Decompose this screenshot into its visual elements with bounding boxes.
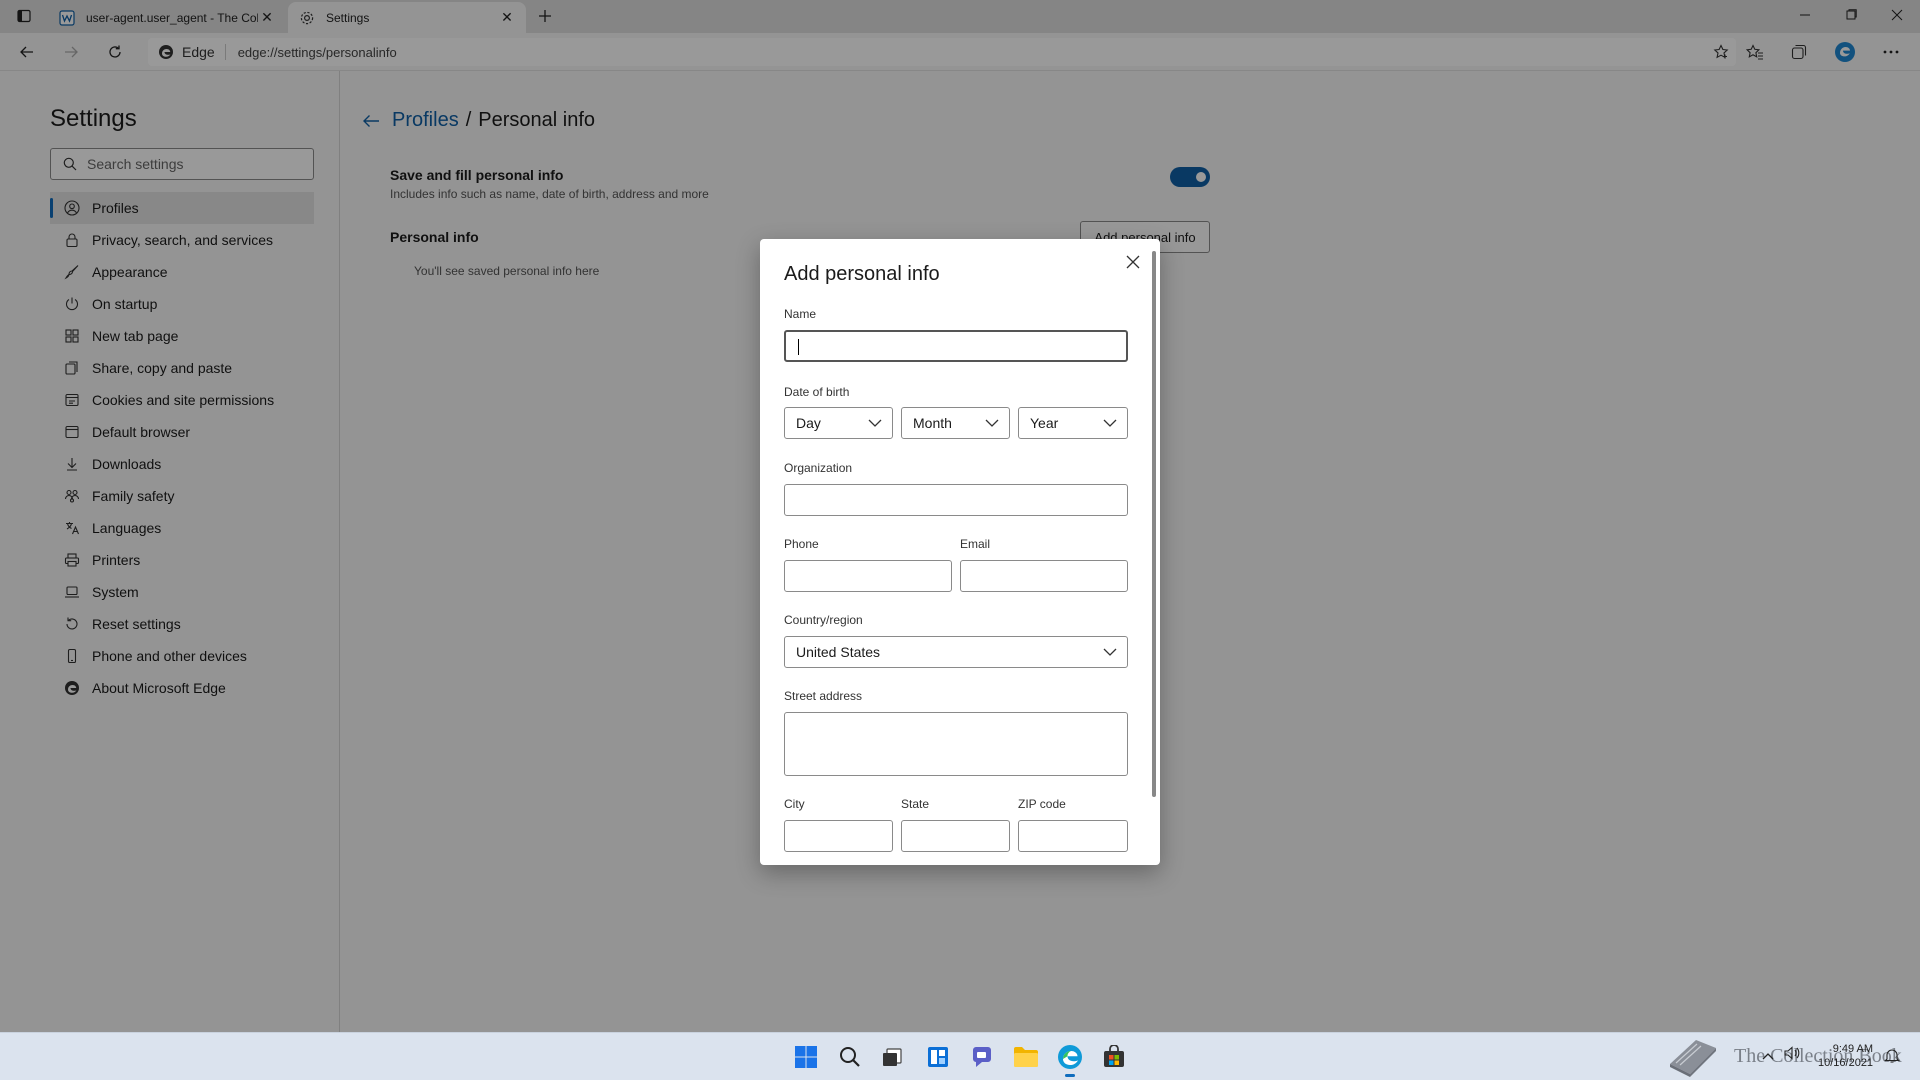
chevron-down-icon [985, 419, 999, 427]
phone-label: Phone [784, 537, 819, 551]
date-of-birth-label: Date of birth [784, 385, 850, 399]
city-label: City [784, 797, 805, 811]
chevron-up-icon[interactable] [1762, 1047, 1774, 1063]
notification-icon[interactable] [1884, 1048, 1900, 1067]
taskbar-clock[interactable]: 9:49 AM 10/16/2021 [1818, 1042, 1873, 1070]
dialog-title: Add personal info [784, 263, 940, 285]
widgets-icon[interactable] [922, 1041, 954, 1073]
zip-code-label: ZIP code [1018, 797, 1066, 811]
edge-taskbar-icon[interactable] [1054, 1041, 1086, 1077]
task-view-icon[interactable] [876, 1041, 908, 1073]
close-icon[interactable] [1118, 247, 1148, 277]
speaker-icon[interactable] [1784, 1046, 1800, 1063]
chat-icon[interactable] [966, 1041, 998, 1073]
add-personal-info-dialog: Add personal info Name Date of birth Day… [760, 239, 1160, 865]
organization-input[interactable] [784, 484, 1128, 516]
search-icon[interactable] [834, 1041, 866, 1073]
store-icon[interactable] [1098, 1041, 1130, 1073]
country-region-select[interactable]: United States [784, 636, 1128, 668]
book-icon [1670, 1040, 1716, 1077]
clock-date: 10/16/2021 [1818, 1057, 1874, 1069]
name-input[interactable] [784, 330, 1128, 362]
taskbar [0, 1032, 1920, 1080]
state-input[interactable] [901, 820, 1010, 852]
dialog-scrollbar[interactable] [1152, 251, 1156, 797]
chevron-down-icon [868, 419, 882, 427]
year-select[interactable]: Year [1018, 407, 1128, 439]
start-windows-icon[interactable] [790, 1041, 822, 1073]
file-explorer-icon[interactable] [1010, 1041, 1042, 1073]
chevron-down-icon [1103, 419, 1117, 427]
text-caret [798, 339, 799, 355]
email-label: Email [960, 537, 991, 551]
organization-label: Organization [784, 461, 853, 475]
street-address-input[interactable] [784, 712, 1128, 776]
zip-code-input[interactable] [1018, 820, 1128, 852]
state-label: State [901, 797, 930, 811]
day-select[interactable]: Day [784, 407, 893, 439]
street-address-label: Street address [784, 689, 863, 703]
month-select[interactable]: Month [901, 407, 1010, 439]
name-label: Name [784, 307, 817, 321]
chevron-down-icon [1103, 648, 1117, 656]
clock-time: 9:49 AM [1832, 1043, 1874, 1055]
phone-input[interactable] [784, 560, 952, 592]
city-input[interactable] [784, 820, 893, 852]
email-input[interactable] [960, 560, 1128, 592]
country-region-label: Country/region [784, 613, 863, 627]
